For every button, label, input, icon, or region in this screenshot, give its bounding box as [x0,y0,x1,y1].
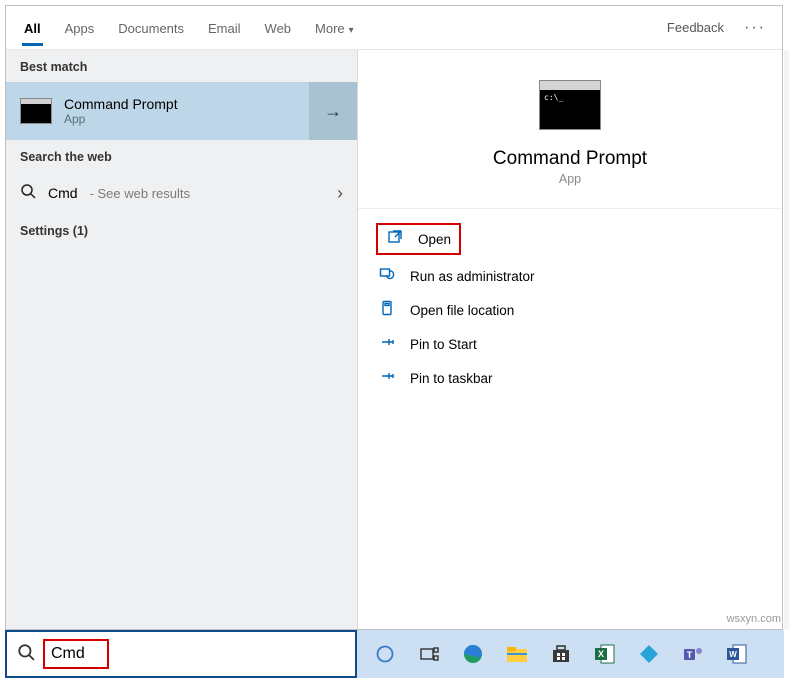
pin-icon [378,368,396,388]
edge-icon[interactable] [459,640,487,668]
best-match-subtitle: App [64,112,178,126]
folder-icon [378,300,396,320]
action-open-file-location[interactable]: Open file location [368,293,772,327]
filter-tabs: All Apps Documents Email Web More▾ Feedb… [6,6,782,50]
tab-apps[interactable]: Apps [53,11,107,45]
tab-documents[interactable]: Documents [106,11,196,45]
file-explorer-icon[interactable] [503,640,531,668]
word-icon[interactable]: W [723,640,751,668]
feedback-link[interactable]: Feedback [657,20,734,35]
search-web-heading: Search the web [6,140,357,172]
results-pane: Best match Command Prompt App → Search t… [6,50,358,629]
action-run-as-admin[interactable]: Run as administrator [368,259,772,293]
tab-more[interactable]: More▾ [303,11,366,45]
action-label: Pin to taskbar [410,371,493,386]
teams-icon[interactable]: T [679,640,707,668]
search-highlight [43,639,109,669]
web-suffix: - See web results [90,186,190,201]
kodi-icon[interactable] [635,640,663,668]
tab-email[interactable]: Email [196,11,253,45]
action-label: Pin to Start [410,337,477,352]
arrow-right-icon[interactable]: → [309,82,357,140]
svg-text:W: W [729,650,737,659]
watermark: wsxyn.com [727,613,781,625]
store-icon[interactable] [547,640,575,668]
taskbar: X T W [5,630,784,678]
pin-icon [378,334,396,354]
action-pin-to-taskbar[interactable]: Pin to taskbar [368,361,772,395]
tab-web[interactable]: Web [253,11,304,45]
search-input[interactable] [51,645,101,663]
cmd-icon [20,98,52,124]
web-result-row[interactable]: Cmd - See web results › [6,172,357,214]
best-match-title: Command Prompt [64,96,178,112]
preview-subtitle: App [559,172,581,186]
action-label: Open file location [410,303,514,318]
svg-text:T: T [687,650,693,660]
chevron-right-icon: › [337,183,343,204]
preview-pane: Command Prompt App Open Run as [358,50,782,629]
action-open[interactable]: Open [376,223,461,255]
search-box[interactable] [5,630,357,678]
more-icon[interactable]: ··· [734,19,776,37]
cortana-icon[interactable] [371,640,399,668]
preview-title: Command Prompt [493,148,647,170]
action-label: Open [418,232,451,247]
excel-icon[interactable]: X [591,640,619,668]
taskview-icon[interactable] [415,640,443,668]
svg-text:X: X [598,649,604,659]
tab-all[interactable]: All [12,11,53,45]
chevron-down-icon: ▾ [349,25,354,36]
best-match-heading: Best match [6,50,357,82]
action-pin-to-start[interactable]: Pin to Start [368,327,772,361]
web-query: Cmd [48,185,78,201]
shield-icon [378,266,396,286]
best-match-row[interactable]: Command Prompt App → [6,82,357,140]
search-icon [20,183,36,203]
settings-heading[interactable]: Settings (1) [6,214,357,246]
open-icon [386,229,404,249]
cmd-icon [539,80,601,130]
search-icon [17,643,35,666]
scrollbar[interactable] [784,50,789,629]
action-label: Run as administrator [410,269,535,284]
